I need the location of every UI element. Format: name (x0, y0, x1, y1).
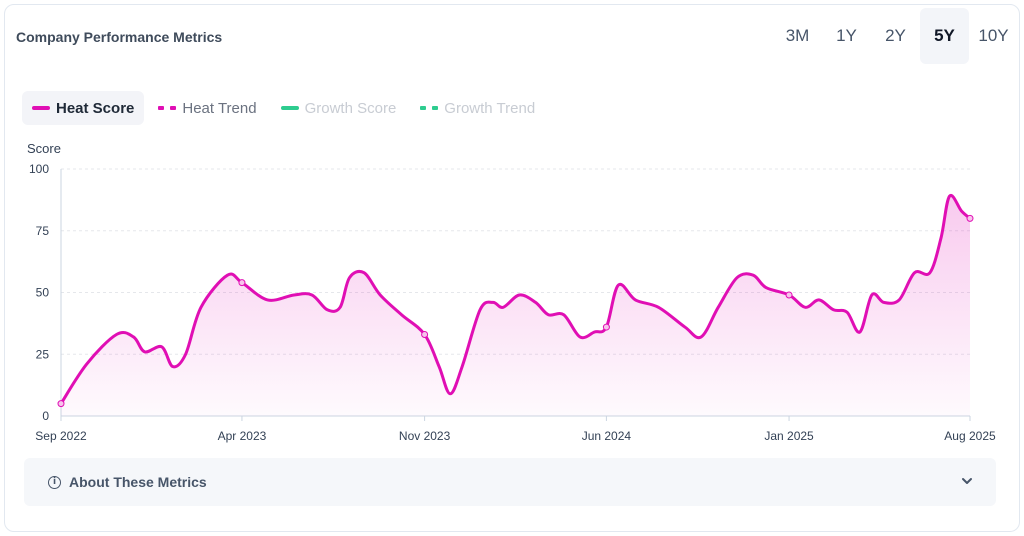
x-tick-label: Jan 2025 (764, 429, 814, 443)
x-tick-label: Sep 2022 (35, 429, 87, 443)
about-metrics-toggle[interactable]: i About These Metrics (24, 458, 996, 506)
x-tick-label: Apr 2023 (218, 429, 267, 443)
heat-score-area (61, 195, 970, 416)
y-tick-label: 100 (29, 162, 49, 176)
x-tick-label: Aug 2025 (944, 429, 996, 443)
heat-score-chart: 0 25 50 75 100 Score Sep 2022 Apr 2023 Nov 2023 J… (27, 141, 996, 443)
heat-score-point (966, 214, 974, 222)
x-tick-label: Jun 2024 (582, 429, 632, 443)
heat-score-point (602, 323, 610, 331)
heat-score-point (57, 400, 65, 408)
heat-score-point (421, 330, 429, 338)
y-tick-label: 75 (36, 224, 50, 238)
info-icon: i (48, 475, 61, 489)
y-axis-label: Score (27, 141, 61, 156)
heat-score-point (785, 291, 793, 299)
y-tick-label: 25 (36, 347, 50, 361)
y-tick-label: 50 (36, 286, 50, 300)
x-tick-label: Nov 2023 (399, 429, 451, 443)
chevron-down-icon (962, 478, 972, 484)
heat-score-point (238, 279, 246, 287)
y-tick-label: 0 (42, 409, 49, 423)
about-metrics-label: About These Metrics (69, 474, 207, 490)
